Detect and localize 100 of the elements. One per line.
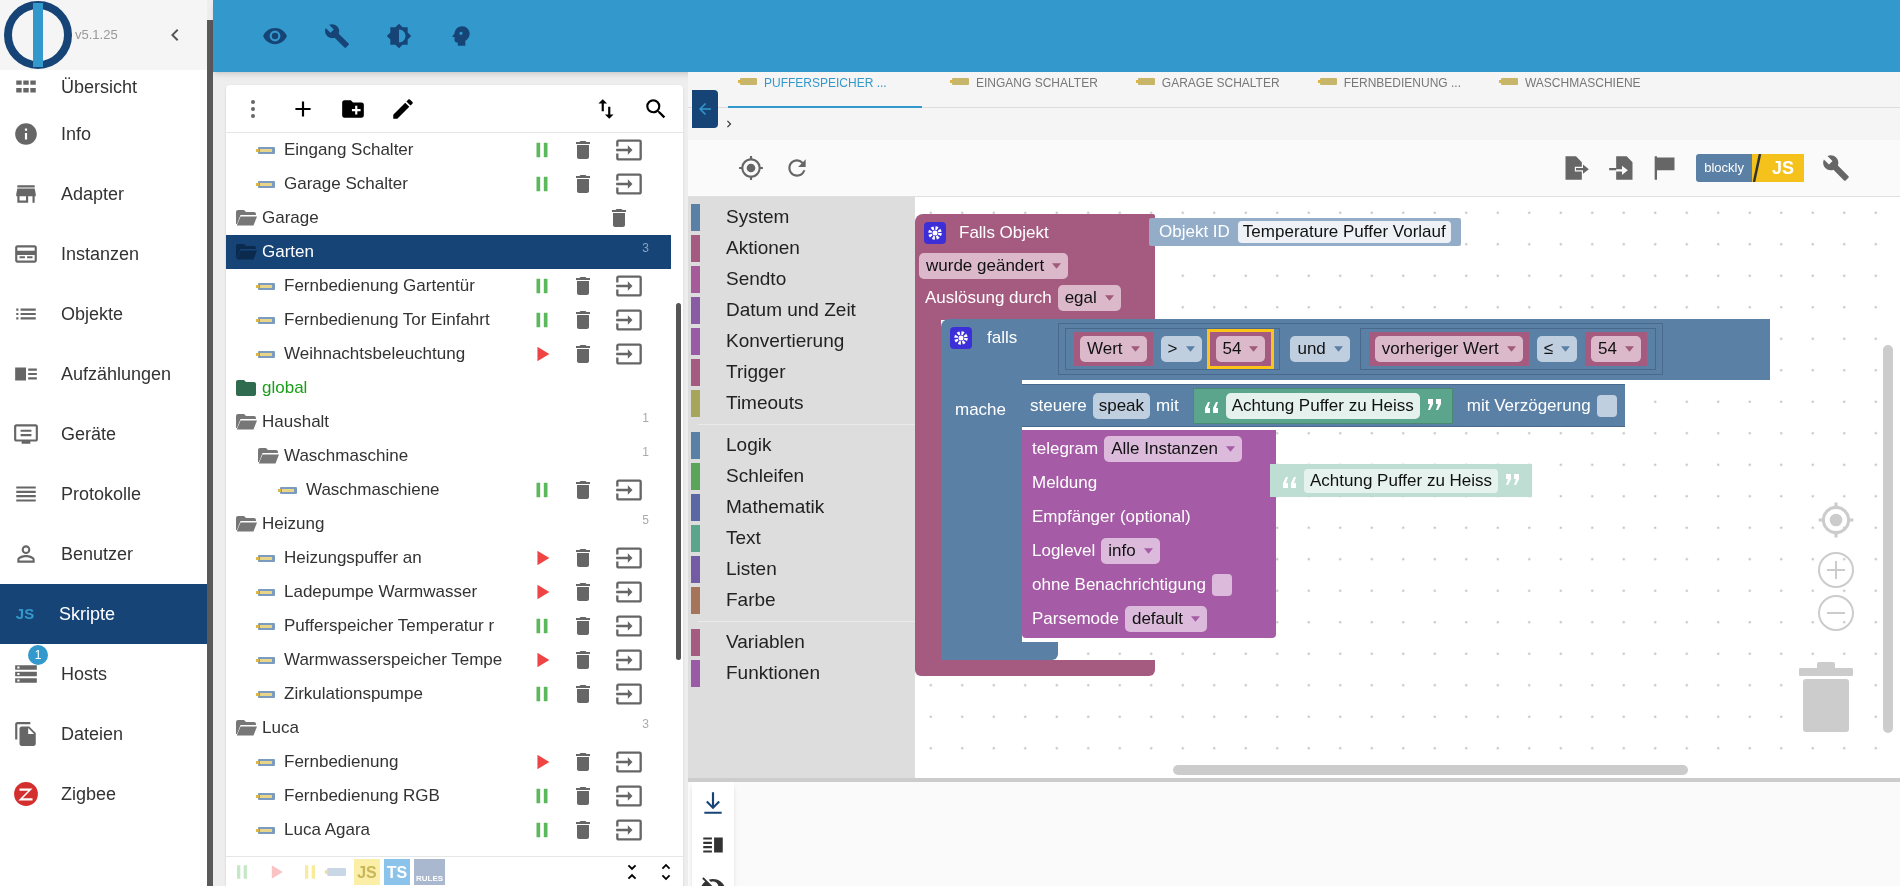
nav-item[interactable]: Protokolle — [0, 464, 207, 524]
folder-name[interactable]: Garage — [262, 205, 319, 231]
script-name[interactable]: Heizungspuffer an — [284, 545, 510, 571]
category-item[interactable]: Datum und Zeit — [688, 295, 915, 326]
dropdown-field[interactable]: 54 — [1591, 336, 1641, 362]
tree-row[interactable]: Weihnachtsbeleuchtung — [226, 337, 671, 371]
text-field[interactable]: Achtung Puffer zu Heiss — [1225, 392, 1420, 419]
folder-name[interactable]: Garten — [262, 239, 314, 265]
script-tab[interactable]: GARAGE SCHALTER — [1125, 72, 1290, 108]
tree-row[interactable]: Luca Agara — [226, 813, 671, 847]
category-item[interactable]: Sendto — [688, 264, 915, 295]
dropdown-field[interactable]: Alle Instanzen — [1104, 436, 1242, 462]
scrollbar[interactable] — [676, 303, 681, 660]
tree-row[interactable]: Zirkulationspumpe — [226, 677, 671, 711]
category-item[interactable]: Schleifen — [688, 461, 915, 492]
nav-item[interactable]: JS Skripte — [0, 584, 207, 644]
script-name[interactable]: Fernbedienung Gartentür — [284, 273, 510, 299]
tree-row[interactable]: Garten 3 — [226, 235, 671, 269]
text-field[interactable]: Achtung Puffer zu Heiss — [1304, 468, 1499, 493]
nav-item[interactable]: Hosts 1 — [0, 644, 207, 704]
script-name[interactable]: Waschmaschiene — [306, 477, 510, 503]
brightness-button[interactable] — [386, 23, 412, 49]
script-name[interactable]: Warmwasserspeicher Tempe — [284, 647, 510, 673]
scrollbar[interactable] — [1173, 765, 1688, 775]
category-item[interactable]: Timeouts — [688, 388, 915, 419]
script-tab[interactable]: FERNBEDIENUNG ... — [1307, 72, 1471, 108]
script-name[interactable]: Pufferspeicher Temperatur r — [284, 613, 510, 639]
category-item[interactable]: Trigger — [688, 357, 915, 388]
nav-item[interactable]: Instanzen — [0, 224, 207, 284]
nav-item[interactable]: Geräte — [0, 404, 207, 464]
nav-item[interactable]: Info — [0, 104, 207, 164]
category-item[interactable]: Text — [688, 523, 915, 554]
script-name[interactable]: Fernbedienung — [284, 749, 510, 775]
dropdown-field[interactable]: wurde geändert — [919, 253, 1069, 279]
folder-name[interactable]: Waschmaschine — [284, 443, 409, 469]
nav-item[interactable]: Benutzer — [0, 524, 207, 584]
tree-row[interactable]: Fernbedienung RGB — [226, 779, 671, 813]
script-name[interactable]: Luca Agara — [284, 817, 510, 843]
nav-item[interactable]: Übersicht — [0, 70, 207, 104]
category-item[interactable]: Logik — [688, 430, 915, 461]
script-name[interactable]: Garage Schalter — [284, 171, 510, 197]
dropdown-field[interactable]: info — [1101, 538, 1160, 564]
tree-row[interactable]: Fernbedienung Gartentür — [226, 269, 671, 303]
script-name[interactable]: Weihnachtsbeleuchtung — [284, 341, 510, 367]
category-item[interactable]: Aktionen — [688, 233, 915, 264]
script-name[interactable]: Fernbedienung Tor Einfahrt — [284, 307, 510, 333]
tree-row[interactable]: Ladepumpe Warmwasser — [226, 575, 671, 609]
tree-row[interactable]: Garage Schalter — [226, 167, 671, 201]
tree-row[interactable]: Fernbedienung — [226, 745, 671, 779]
nav-item[interactable]: Dateien — [0, 704, 207, 764]
script-name[interactable]: Fernbedienung RGB — [284, 783, 510, 809]
dropdown-field[interactable]: ≤ — [1536, 336, 1577, 362]
nav-item[interactable]: Adapter — [0, 164, 207, 224]
tree-row[interactable]: Fernbedienung Tor Einfahrt — [226, 303, 671, 337]
script-tab[interactable]: EINGANG SCHALTER — [940, 72, 1108, 108]
category-item[interactable]: Mathematik — [688, 492, 915, 523]
dropdown-field[interactable]: Wert — [1080, 336, 1147, 362]
dropdown-field[interactable]: vorheriger Wert — [1374, 336, 1523, 362]
text-field[interactable]: speak — [1092, 392, 1151, 419]
script-tab[interactable]: WASCHMASCHIENE — [1489, 72, 1651, 108]
script-name[interactable]: Ladepumpe Warmwasser — [284, 579, 510, 605]
folder-name[interactable]: Luca — [262, 715, 299, 741]
tree-row[interactable]: Heizungspuffer an — [226, 541, 671, 575]
category-item[interactable]: Konvertierung — [688, 326, 915, 357]
tree-row[interactable]: Haushalt 1 — [226, 405, 671, 439]
tree-row[interactable]: Waschmaschiene — [226, 473, 671, 507]
tree-row[interactable]: Waschmaschine 1 — [226, 439, 671, 473]
settings-button[interactable] — [1822, 154, 1850, 182]
dropdown-field[interactable]: 54 — [1215, 336, 1266, 362]
category-item[interactable]: Farbe — [688, 585, 915, 616]
folder-name[interactable]: Heizung — [262, 511, 325, 537]
dropdown-field[interactable]: und — [1290, 336, 1350, 362]
category-item[interactable]: Variablen — [688, 627, 915, 658]
number-block[interactable]: 54 — [1209, 332, 1272, 366]
nav-item[interactable]: Objekte — [0, 284, 207, 344]
folder-name[interactable]: Haushalt — [262, 409, 330, 435]
locate-button[interactable] — [738, 155, 764, 181]
mode-toggle[interactable]: blockly JS — [1696, 154, 1804, 182]
dropdown-field[interactable]: egal — [1057, 285, 1121, 311]
tree-row[interactable]: Eingang Schalter — [226, 133, 671, 167]
dropdown-field[interactable]: default — [1124, 606, 1207, 632]
scrollbar[interactable] — [1883, 345, 1893, 733]
script-name[interactable]: Zirkulationspumpe — [284, 681, 510, 707]
nav-item[interactable]: Zigbee — [0, 764, 207, 824]
tree-row[interactable]: Luca 3 — [226, 711, 671, 745]
script-name[interactable]: Eingang Schalter — [284, 137, 510, 163]
category-item[interactable]: Listen — [688, 554, 915, 585]
tree-row[interactable]: Pufferspeicher Temperatur r — [226, 609, 671, 643]
category-item[interactable]: System — [688, 202, 915, 233]
checkbox[interactable] — [1211, 574, 1232, 596]
tree-row[interactable]: Heizung 5 — [226, 507, 671, 541]
tree-row[interactable]: global — [226, 371, 671, 405]
tree-row[interactable]: Warmwasserspeicher Tempe — [226, 643, 671, 677]
checkbox[interactable] — [1596, 394, 1617, 417]
number-block[interactable]: 54 — [1585, 332, 1647, 366]
scrollbar[interactable] — [207, 20, 213, 886]
nav-item[interactable]: Aufzählungen — [0, 344, 207, 404]
tree-row[interactable]: Garage — [226, 201, 671, 235]
category-item[interactable]: Funktionen — [688, 658, 915, 689]
text-field[interactable]: Temperature Puffer Vorlauf — [1237, 221, 1451, 243]
